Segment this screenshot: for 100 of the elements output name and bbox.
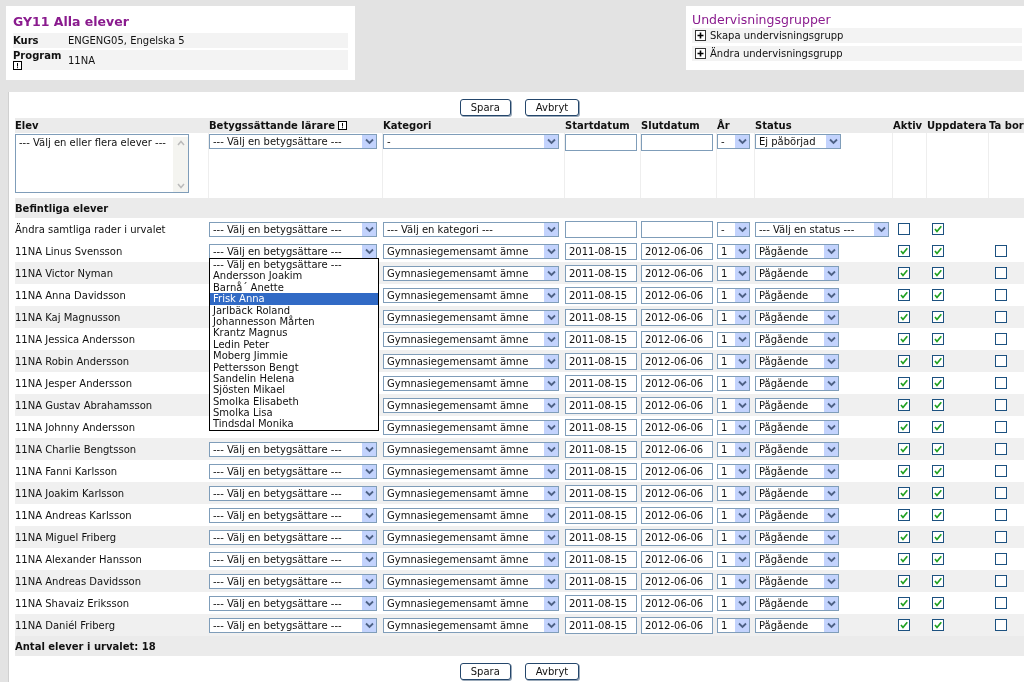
teacher-select[interactable]: --- Välj en betygsättare ---	[209, 507, 377, 523]
dropdown-option[interactable]: Sandelin Helena	[210, 372, 378, 385]
checkbox[interactable]	[932, 421, 944, 433]
date-field[interactable]: 2012-06-06	[641, 242, 713, 260]
status-select[interactable]: --- Välj en status ---	[755, 221, 889, 237]
dropdown-option[interactable]: Ledin Peter	[210, 338, 378, 351]
year-select[interactable]: 1	[717, 617, 750, 633]
teacher-select[interactable]: --- Välj en betygsättare ---	[209, 134, 377, 149]
dropdown-option[interactable]: Pettersson Bengt	[210, 361, 378, 373]
category-select[interactable]: Gymnasiegemensamt ämne	[383, 441, 559, 457]
dropdown-option[interactable]: Sjösten Mikael	[210, 384, 378, 396]
year-select[interactable]: 1	[717, 287, 750, 303]
category-select[interactable]: Gymnasiegemensamt ämne	[383, 331, 559, 347]
checkbox[interactable]	[932, 289, 944, 301]
checkbox[interactable]	[932, 575, 944, 587]
checkbox[interactable]	[995, 289, 1007, 301]
checkbox[interactable]	[898, 487, 910, 499]
date-field[interactable]: 2012-06-06	[641, 286, 713, 304]
status-select[interactable]: Pågående	[755, 573, 839, 589]
checkbox[interactable]	[932, 619, 944, 631]
checkbox[interactable]	[995, 443, 1007, 455]
checkbox[interactable]	[898, 311, 910, 323]
teacher-select[interactable]: --- Välj en betygsättare ---	[209, 441, 377, 457]
year-select[interactable]: 1	[717, 507, 750, 523]
checkbox[interactable]	[898, 245, 910, 257]
date-field[interactable]: 2012-06-06	[641, 528, 713, 546]
date-field[interactable]: 2012-06-06	[641, 374, 713, 392]
category-select[interactable]: Gymnasiegemensamt ämne	[383, 507, 559, 523]
checkbox[interactable]	[932, 443, 944, 455]
category-select[interactable]: Gymnasiegemensamt ämne	[383, 309, 559, 325]
checkbox[interactable]	[932, 465, 944, 477]
form-button[interactable]: Spara	[459, 98, 511, 116]
checkbox[interactable]	[932, 553, 944, 565]
checkbox[interactable]	[932, 245, 944, 257]
date-field[interactable]: 2012-06-06	[641, 440, 713, 458]
checkbox[interactable]	[932, 509, 944, 521]
checkbox[interactable]	[932, 399, 944, 411]
checkbox[interactable]	[898, 597, 910, 609]
category-select[interactable]: Gymnasiegemensamt ämne	[383, 595, 559, 611]
date-field[interactable]	[641, 220, 713, 238]
category-select[interactable]: Gymnasiegemensamt ämne	[383, 287, 559, 303]
status-select[interactable]: Pågående	[755, 331, 839, 347]
checkbox[interactable]	[995, 399, 1007, 411]
date-field[interactable]: 2011-08-15	[565, 264, 637, 282]
date-field[interactable]: 2011-08-15	[565, 462, 637, 480]
checkbox[interactable]	[898, 465, 910, 477]
category-select[interactable]: -	[383, 134, 559, 149]
category-select[interactable]: Gymnasiegemensamt ämne	[383, 617, 559, 633]
checkbox[interactable]	[932, 223, 944, 235]
dropdown-option[interactable]: Smolka Lisa	[210, 407, 378, 419]
checkbox[interactable]	[932, 531, 944, 543]
dropdown-option[interactable]: Moberg Jimmie	[210, 350, 378, 362]
expand-icon[interactable]	[695, 30, 706, 41]
checkbox[interactable]	[898, 223, 910, 235]
checkbox[interactable]	[932, 267, 944, 279]
date-field[interactable]: 2011-08-15	[565, 616, 637, 634]
checkbox[interactable]	[932, 597, 944, 609]
checkbox[interactable]	[898, 509, 910, 521]
status-select[interactable]: Ej påbörjad	[755, 134, 841, 149]
dropdown-option[interactable]: Jarlbäck Roland	[210, 304, 378, 316]
year-select[interactable]: 1	[717, 353, 750, 369]
teacher-select[interactable]: --- Välj en betygsättare ---	[209, 617, 377, 633]
dropdown-option[interactable]: Barnå´ Anette	[210, 281, 378, 294]
checkbox[interactable]	[995, 421, 1007, 433]
checkbox[interactable]	[898, 377, 910, 389]
teacher-select[interactable]: --- Välj en betygsättare ---	[209, 573, 377, 589]
year-select[interactable]: 1	[717, 397, 750, 413]
year-select[interactable]: 1	[717, 243, 750, 259]
checkbox[interactable]	[995, 487, 1007, 499]
status-select[interactable]: Pågående	[755, 243, 839, 259]
date-field[interactable]	[641, 134, 713, 151]
year-select[interactable]: 1	[717, 529, 750, 545]
date-field[interactable]: 2011-08-15	[565, 308, 637, 326]
checkbox[interactable]	[995, 509, 1007, 521]
checkbox[interactable]	[995, 267, 1007, 279]
date-field[interactable]: 2012-06-06	[641, 352, 713, 370]
checkbox[interactable]	[995, 311, 1007, 323]
status-select[interactable]: Pågående	[755, 419, 839, 435]
checkbox[interactable]	[995, 553, 1007, 565]
checkbox[interactable]	[995, 333, 1007, 345]
checkbox[interactable]	[995, 597, 1007, 609]
year-select[interactable]: -	[717, 221, 750, 237]
date-field[interactable]: 2011-08-15	[565, 528, 637, 546]
date-field[interactable]: 2012-06-06	[641, 616, 713, 634]
year-select[interactable]: 1	[717, 331, 750, 347]
date-field[interactable]: 2012-06-06	[641, 396, 713, 414]
date-field[interactable]: 2012-06-06	[641, 462, 713, 480]
year-select[interactable]: 1	[717, 485, 750, 501]
year-select[interactable]: 1	[717, 309, 750, 325]
checkbox[interactable]	[995, 531, 1007, 543]
dropdown-option[interactable]: Krantz Magnus	[210, 327, 378, 339]
date-field[interactable]: 2012-06-06	[641, 264, 713, 282]
teacher-select[interactable]: --- Välj en betygsättare ---	[209, 551, 377, 567]
status-select[interactable]: Pågående	[755, 309, 839, 325]
year-select[interactable]: 1	[717, 595, 750, 611]
category-select[interactable]: Gymnasiegemensamt ämne	[383, 419, 559, 435]
checkbox[interactable]	[898, 553, 910, 565]
teacher-select[interactable]: --- Välj en betygsättare ---	[209, 485, 377, 501]
date-field[interactable]: 2012-06-06	[641, 506, 713, 524]
teacher-select[interactable]: --- Välj en betygsättare ---	[209, 529, 377, 545]
